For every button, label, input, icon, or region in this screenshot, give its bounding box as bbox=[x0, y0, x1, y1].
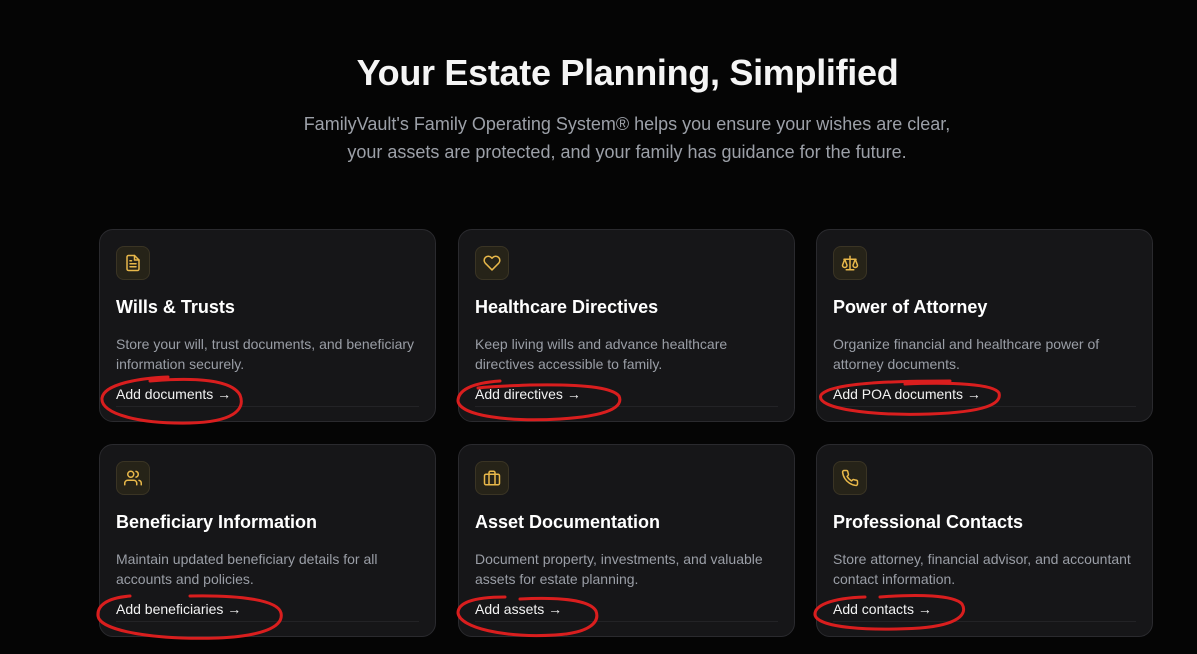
heart-icon bbox=[475, 246, 509, 280]
card-description: Keep living wills and advance healthcare… bbox=[475, 336, 728, 372]
card-title: Beneficiary Information bbox=[116, 512, 318, 532]
card-professional-contacts: Professional Contacts Store attorney, fi… bbox=[816, 444, 1153, 637]
phone-icon bbox=[833, 461, 867, 495]
card-title: Wills & Trusts bbox=[116, 297, 235, 317]
card-description: Store your will, trust documents, and be… bbox=[116, 336, 415, 372]
card-beneficiary-information: Beneficiary Information Maintain updated… bbox=[99, 444, 436, 637]
add-beneficiaries-link[interactable]: Add beneficiaries → bbox=[116, 601, 241, 617]
briefcase-icon bbox=[475, 461, 509, 495]
add-poa-documents-link[interactable]: Add POA documents → bbox=[833, 386, 981, 402]
card-description: Store attorney, financial advisor, and a… bbox=[833, 551, 1131, 587]
document-icon bbox=[116, 246, 150, 280]
card-wills-trusts: Wills & Trusts Store your will, trust do… bbox=[99, 229, 436, 422]
card-divider bbox=[116, 621, 419, 622]
card-divider bbox=[833, 621, 1136, 622]
card-divider bbox=[116, 406, 419, 407]
card-title: Power of Attorney bbox=[833, 297, 988, 317]
card-title: Healthcare Directives bbox=[475, 297, 659, 317]
card-healthcare-directives: Healthcare Directives Keep living wills … bbox=[458, 229, 795, 422]
card-title: Professional Contacts bbox=[833, 512, 1024, 532]
scale-icon bbox=[833, 246, 867, 280]
page-title: Your Estate Planning, Simplified bbox=[356, 52, 899, 93]
card-power-of-attorney: Power of Attorney Organize financial and… bbox=[816, 229, 1153, 422]
add-contacts-link[interactable]: Add contacts → bbox=[833, 601, 932, 617]
card-asset-documentation: Asset Documentation Document property, i… bbox=[458, 444, 795, 637]
card-divider bbox=[475, 621, 778, 622]
add-documents-link[interactable]: Add documents → bbox=[116, 386, 231, 402]
card-title: Asset Documentation bbox=[475, 512, 661, 532]
card-divider bbox=[475, 406, 778, 407]
page-subtitle: FamilyVault's Family Operating System® h… bbox=[303, 114, 951, 162]
card-divider bbox=[833, 406, 1136, 407]
card-description: Organize financial and healthcare power … bbox=[833, 336, 1100, 372]
card-description: Document property, investments, and valu… bbox=[475, 551, 763, 587]
add-directives-link[interactable]: Add directives → bbox=[475, 386, 581, 402]
users-icon bbox=[116, 461, 150, 495]
card-description: Maintain updated beneficiary details for… bbox=[116, 551, 378, 587]
add-assets-link[interactable]: Add assets → bbox=[475, 601, 562, 617]
